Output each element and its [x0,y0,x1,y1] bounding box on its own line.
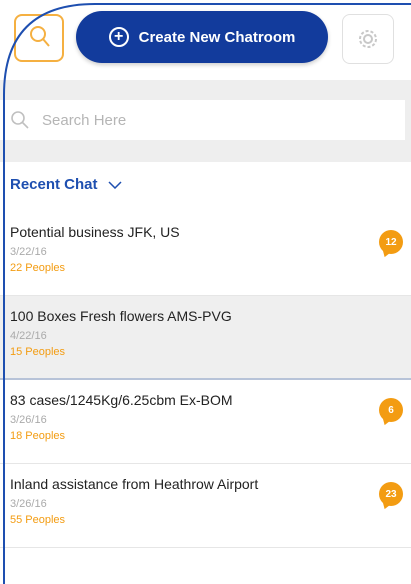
unread-badge: 6 [379,398,403,422]
unread-badge: 23 [379,482,403,506]
chat-list: Potential business JFK, US 3/22/16 22 Pe… [0,212,411,548]
chat-title: 83 cases/1245Kg/6.25cbm Ex-BOM [10,392,233,408]
chevron-down-icon [108,180,122,189]
chat-people-count: 22 Peoples [10,262,66,274]
chat-title: Potential business JFK, US [10,224,180,240]
search-area [0,80,411,162]
chat-title: Inland assistance from Heathrow Airport [10,476,259,492]
create-chatroom-label: Create New Chatroom [138,28,296,46]
search-toggle-button[interactable] [14,14,64,62]
recent-chat-dropdown[interactable]: Recent Chat [10,176,122,193]
unread-badge: 12 [379,230,403,254]
chat-date: 4/22/16 [10,330,47,342]
chat-date: 3/26/16 [10,498,47,510]
chat-date: 3/22/16 [10,246,47,258]
create-chatroom-button[interactable]: + Create New Chatroom [76,11,328,63]
chat-people-count: 18 Peoples [10,430,66,442]
top-bar: + Create New Chatroom [0,0,411,80]
chat-item[interactable]: 100 Boxes Fresh flowers AMS-PVG 4/22/16 … [0,296,411,380]
search-icon [11,111,29,129]
search-input[interactable] [40,110,384,130]
chat-item[interactable]: Inland assistance from Heathrow Airport … [0,464,411,548]
chat-date: 3/26/16 [10,414,47,426]
search-box[interactable] [0,100,405,140]
search-icon [30,26,50,47]
chat-people-count: 55 Peoples [10,514,66,526]
chat-people-count: 15 Peoples [10,346,66,358]
plus-circle-icon: + [108,27,129,47]
gear-icon [359,30,377,48]
chat-item[interactable]: 83 cases/1245Kg/6.25cbm Ex-BOM 3/26/16 1… [0,380,411,464]
settings-button[interactable] [342,14,394,64]
chat-item[interactable]: Potential business JFK, US 3/22/16 22 Pe… [0,212,411,296]
chat-title: 100 Boxes Fresh flowers AMS-PVG [10,308,232,324]
recent-chat-label: Recent Chat [10,176,98,193]
